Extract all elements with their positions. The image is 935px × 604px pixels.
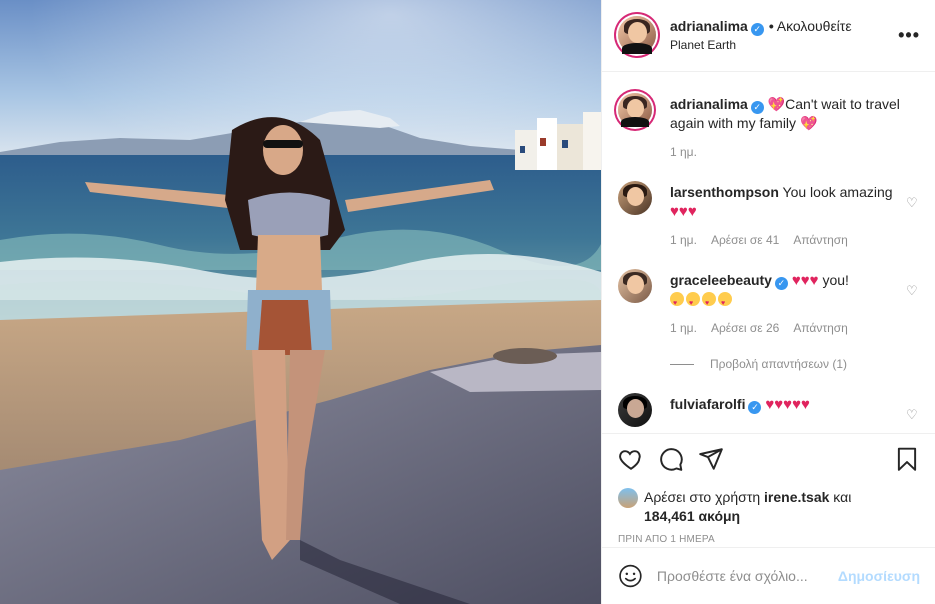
verified-badge-icon: ✓ [750,23,764,36]
verified-badge-icon: ✓ [750,101,764,114]
likes-text: Αρέσει στο χρήστη irene.tsak και 184,461… [644,488,851,526]
comment-username[interactable]: fulviafarolfi [670,396,745,412]
post-photo[interactable] [0,0,601,604]
heart-eyes-emoji [702,292,716,313]
small-heart-icon[interactable]: ♡ [906,407,920,422]
comment-likes[interactable]: Αρέσει σε 41 [711,231,779,250]
small-heart-icon[interactable]: ♡ [906,195,920,210]
caption-username[interactable]: adrianalima [670,96,748,112]
likes-connector: και [833,489,852,505]
comment-content: graceleebeauty✓ ♥♥♥ you! 1 ημ. Αρέσει σε… [670,269,920,338]
comment-meta: 1 ημ. Αρέσει σε 41 Απάντηση [670,231,902,250]
caption-meta: 1 ημ. [670,143,902,162]
beach-photo [0,0,601,604]
action-icons [618,444,920,474]
likes-summary: Αρέσει στο χρήστη irene.tsak και 184,461… [618,488,920,526]
comment-username[interactable]: graceleebeauty [670,272,772,288]
reply-button[interactable]: Απάντηση [793,231,848,250]
caption-time[interactable]: 1 ημ. [670,143,697,162]
reply-button[interactable]: Απάντηση [793,319,848,338]
comment-item: larsenthompson You look amazing ♥♥♥ 1 ημ… [618,181,920,250]
caption-avatar[interactable] [618,93,652,127]
author-avatar[interactable] [618,15,656,54]
likes-prefix: Αρέσει στο χρήστη [644,489,761,505]
red-hearts: ♥♥♥ [670,203,697,220]
comment-text: You look amazing [782,184,893,200]
heart-eyes-emoji [670,292,684,313]
location-link[interactable]: Planet Earth [670,36,898,54]
comment-likes[interactable]: Αρέσει σε 26 [711,319,779,338]
post-timestamp[interactable]: ΠΡΙΝ ΑΠΟ 1 ΗΜΕΡΑ [618,534,920,545]
post-header: adrianalima ✓ • Ακολουθείτε Planet Earth ••… [602,0,935,72]
comments-list[interactable]: adrianalima ✓ 💖Can't wait to travel again… [602,73,935,433]
comment-item: fulviafarolfi ✓ ♥♥♥♥♥ ♡ [618,393,920,427]
likes-count[interactable]: 184,461 ακόμη [644,508,740,524]
commenter-avatar[interactable] [618,393,652,427]
liker-username[interactable]: irene.tsak [764,489,829,505]
verified-badge-icon: ✓ [748,401,762,414]
add-comment-bar: Δημοσίευση [602,547,935,604]
comment-username[interactable]: larsenthompson [670,184,779,200]
verified-badge-icon: ✓ [774,277,788,290]
view-replies-button[interactable]: Προβολή απαντήσεων (1) [670,357,847,371]
comment-time[interactable]: 1 ημ. [670,319,697,338]
bookmark-icon[interactable] [894,446,920,472]
red-hearts: ♥♥♥ [791,272,819,289]
comment-text: you! [822,272,849,288]
heart-eyes-emoji [718,292,732,313]
view-replies-label: Προβολή απαντήσεων (1) [710,357,848,371]
commenter-avatar[interactable] [618,181,652,215]
caption-row: adrianalima ✓ 💖Can't wait to travel again… [618,93,920,162]
comment-time[interactable]: 1 ημ. [670,231,697,250]
red-hearts: ♥♥♥♥♥ [765,396,810,413]
comment-content: larsenthompson You look amazing ♥♥♥ 1 ημ… [670,181,920,250]
comment-item: graceleebeauty✓ ♥♥♥ you! 1 ημ. Αρέσει σε… [618,269,920,338]
follow-status[interactable]: Ακολουθείτε [777,18,852,34]
author-username[interactable]: adrianalima [670,18,748,34]
caption-content: adrianalima ✓ 💖Can't wait to travel again… [670,93,920,162]
post-comment-button[interactable]: Δημοσίευση [838,568,920,584]
liker-avatar[interactable] [618,488,638,508]
more-options-icon[interactable]: ••• [898,25,920,46]
commenter-avatar[interactable] [618,269,652,303]
comment-content: fulviafarolfi ✓ ♥♥♥♥♥ [670,393,920,427]
comment-meta: 1 ημ. Αρέσει σε 26 Απάντηση [670,319,902,338]
smiley-icon[interactable] [618,563,643,589]
header-meta: adrianalima ✓ • Ακολουθείτε Planet Earth [670,17,898,54]
instagram-post: adrianalima ✓ • Ακολουθείτε Planet Earth ••… [0,0,935,604]
paper-plane-icon[interactable] [698,446,724,472]
comment-bubble-icon[interactable] [658,446,684,472]
heart-emoji: 💖 [767,96,786,112]
comment-input[interactable] [656,568,838,584]
post-side-panel: adrianalima ✓ • Ακολουθείτε Planet Earth ••… [601,0,935,604]
heart-eyes-emoji [686,292,700,313]
separator-dot: • [768,18,774,34]
post-actions: Αρέσει στο χρήστη irene.tsak και 184,461… [602,433,935,545]
heart-outline-icon[interactable] [618,446,644,472]
small-heart-icon[interactable]: ♡ [906,283,920,298]
heart-emoji: 💖 [799,115,818,131]
replies-line [670,363,694,365]
